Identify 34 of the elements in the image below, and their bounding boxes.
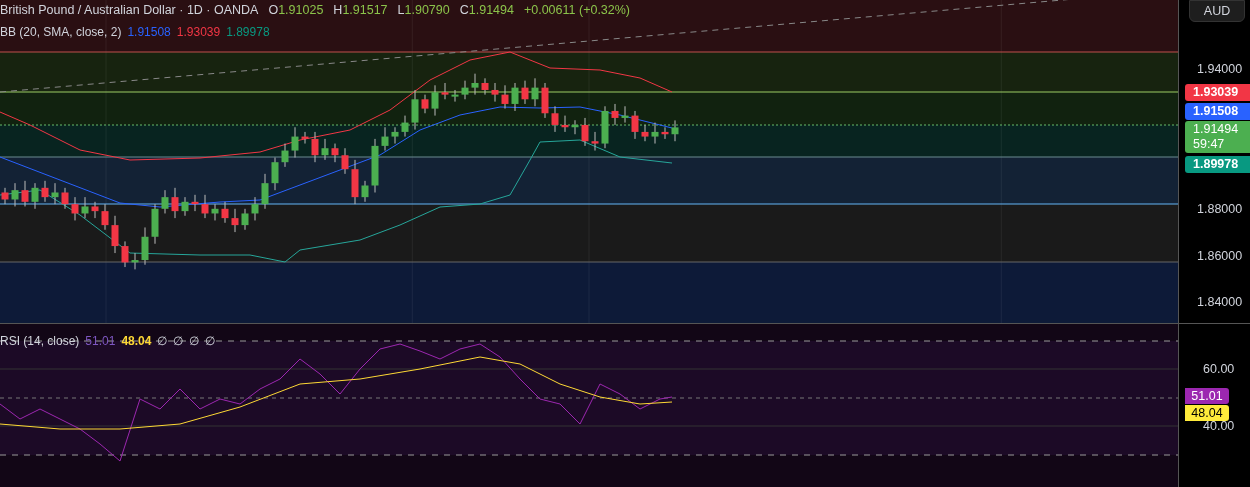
indicator-value: ∅: [157, 333, 168, 350]
axis-label: 40.00: [1203, 420, 1235, 433]
axis-label: 1.88000: [1197, 203, 1243, 216]
indicator-value: 1.91508: [127, 23, 171, 41]
axis-label: 60.00: [1203, 363, 1235, 376]
ohlc-label: C: [459, 3, 469, 17]
price-badge: 1.93039: [1185, 84, 1250, 101]
currency-button[interactable]: AUD: [1189, 0, 1245, 22]
indicator-badge: 48.04: [1185, 405, 1229, 421]
axis-label: 1.94000: [1197, 63, 1243, 76]
indicator-value: 51.01: [85, 333, 116, 350]
price-change: +0.00611 (+0.32%): [523, 2, 631, 19]
ohlc-label: L: [397, 3, 405, 17]
indicator-value: ∅: [173, 333, 184, 350]
ohlc-value: 1.91517: [342, 3, 388, 17]
indicator-label: RSI (14, close): [0, 333, 80, 350]
ohlc-label: O: [268, 3, 279, 17]
ohlc-value: 1.90790: [404, 3, 450, 17]
indicator-value: 1.89978: [226, 23, 270, 41]
indicator-value: ∅: [205, 333, 216, 350]
ohlc-label: H: [333, 3, 343, 17]
indicator-label: BB (20, SMA, close, 2): [0, 23, 122, 41]
chart-title: British Pound / Australian Dollar · 1D · OANDA: [0, 2, 259, 19]
indicator-value: 48.04: [121, 333, 152, 350]
price-badge: 1.91508: [1185, 103, 1250, 120]
ohlc-value: 1.91025: [278, 3, 324, 17]
indicator-value: 1.93039: [176, 23, 221, 41]
ohlc-value: 1.91494: [468, 3, 514, 17]
indicator-badge: 51.01: [1185, 388, 1229, 404]
price-badge: 1.91494 59:47: [1185, 121, 1250, 153]
axis-label: 1.84000: [1197, 296, 1243, 309]
price-badge: 1.89978: [1185, 156, 1250, 173]
indicator-value: ∅: [189, 333, 200, 350]
axis-label: 1.86000: [1197, 250, 1243, 263]
